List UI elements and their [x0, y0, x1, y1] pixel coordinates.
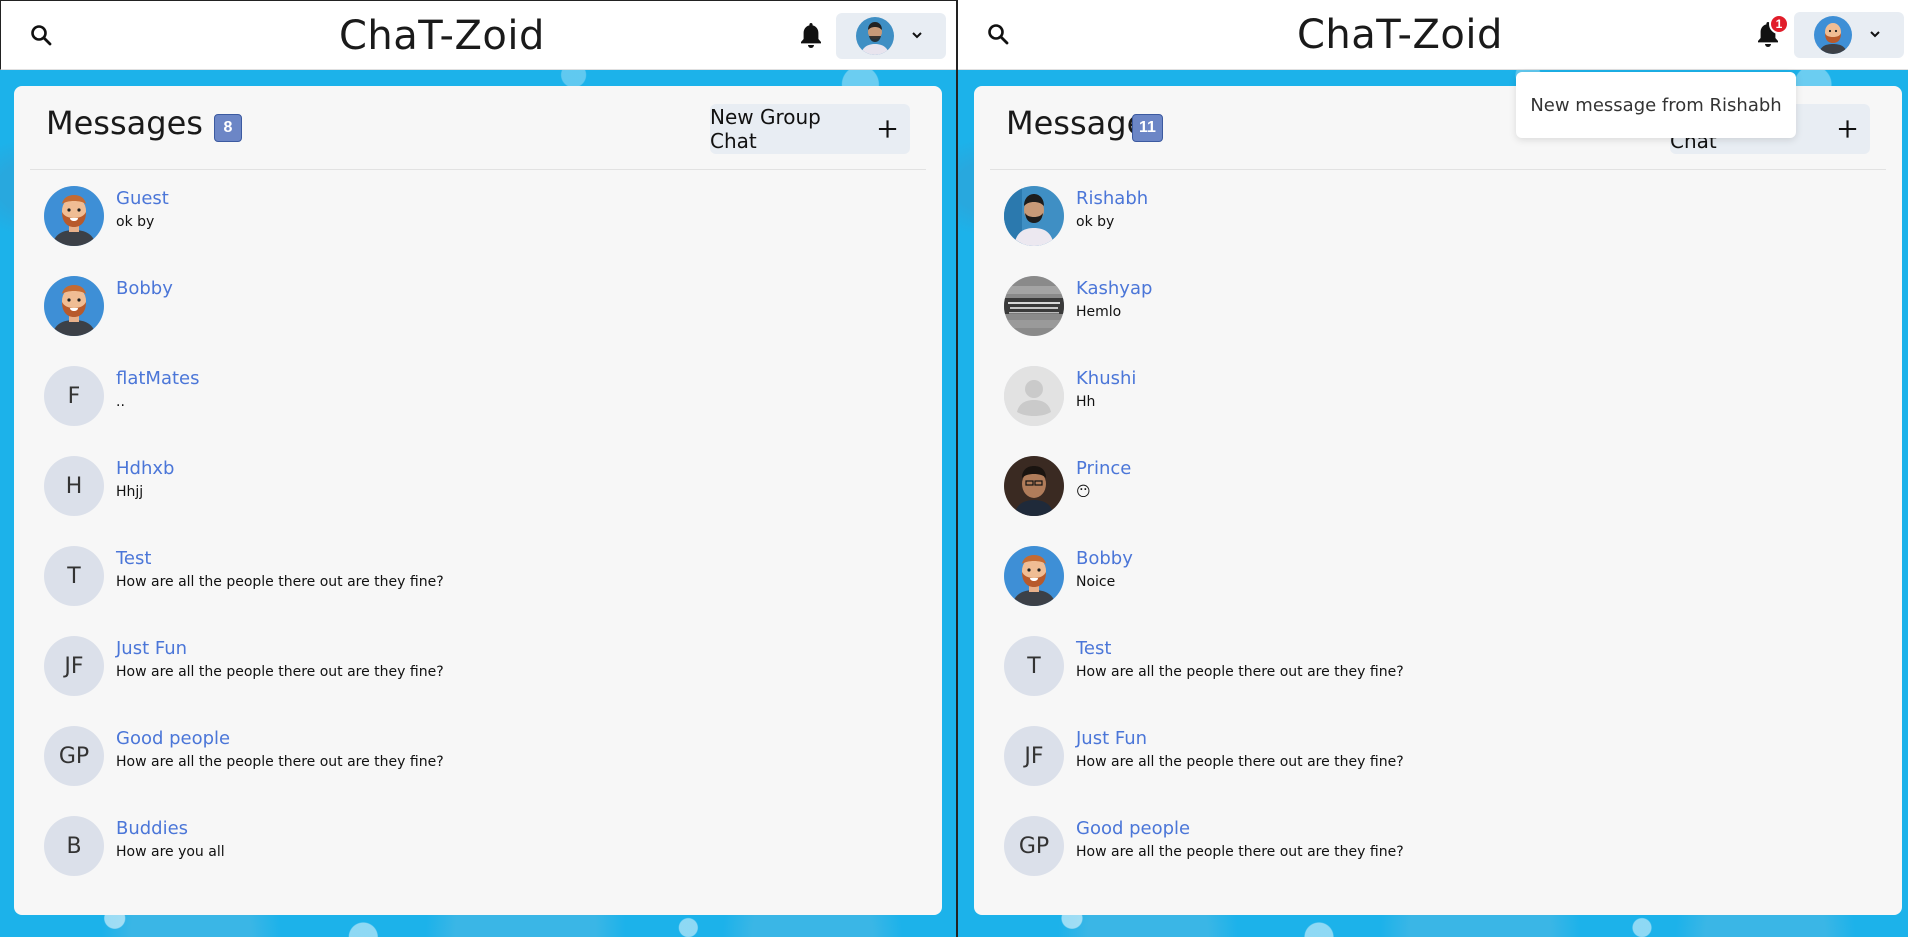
chevron-down-icon [912, 32, 922, 39]
chat-item[interactable]: Bobby Noice [1004, 546, 1882, 636]
chat-item[interactable]: GP Good people How are all the people th… [44, 726, 922, 816]
chat-name: Just Fun [1076, 728, 1148, 749]
chat-preview: .. [116, 394, 125, 410]
chat-name: flatMates [116, 368, 200, 389]
chat-preview: Noice [1076, 574, 1116, 590]
chat-item[interactable]: Guest ok by [44, 186, 922, 276]
chat-item[interactable]: F flatMates .. [44, 366, 922, 456]
photo-avatar-icon [1004, 456, 1064, 516]
chat-preview: How are all the people there out are the… [116, 754, 444, 770]
chat-item[interactable]: Bobby [44, 276, 922, 366]
chat-name: Bobby [1076, 548, 1133, 569]
chat-preview: ok by [1076, 214, 1115, 230]
photo-avatar-icon [1004, 186, 1064, 246]
notification-badge: 1 [1769, 14, 1789, 34]
initials-avatar: T [1004, 636, 1064, 696]
chat-preview: ok by [116, 214, 155, 230]
chat-preview: How are all the people there out are the… [1076, 844, 1404, 860]
new-group-chat-label: New Group Chat [710, 105, 821, 153]
chat-item[interactable]: H Hdhxb Hhjj [44, 456, 922, 546]
right-window: ChaT-Zoid 1 Messages 11 New Group Chat [958, 0, 1908, 937]
user-menu-button[interactable] [836, 13, 946, 59]
app-title: ChaT-Zoid [339, 13, 545, 59]
cartoon-avatar-icon [1004, 546, 1064, 606]
chat-name: Test [1076, 638, 1112, 659]
chat-name: Good people [116, 728, 231, 749]
chat-preview: Hh [1076, 394, 1096, 410]
initials-avatar: JF [44, 636, 104, 696]
plus-icon [1838, 120, 1857, 138]
chat-item[interactable]: Khushi Hh [1004, 366, 1882, 456]
messages-header: Messages 8 New Group Chat [30, 86, 926, 170]
messages-count-badge: 8 [214, 114, 242, 142]
chat-name: Bobby [116, 278, 173, 299]
chat-preview: Hemlo [1076, 304, 1122, 320]
top-navbar: ChaT-Zoid 1 [958, 0, 1908, 70]
chat-preview: How are all the people there out are the… [1076, 664, 1404, 680]
user-avatar [856, 17, 894, 55]
initials-avatar: B [44, 816, 104, 876]
chat-preview: How are you all [116, 844, 225, 860]
chat-preview: How are all the people there out are the… [1076, 754, 1404, 770]
chat-name: Just Fun [116, 638, 188, 659]
notification-popup[interactable]: New message from Rishabh [1516, 72, 1796, 138]
initials-avatar: JF [1004, 726, 1064, 786]
chat-list: Rishabh ok by Kashyap Hemlo Khushi Hh Pr… [1004, 186, 1882, 906]
chat-item[interactable]: T Test How are all the people there out … [1004, 636, 1882, 726]
initials-avatar: GP [44, 726, 104, 786]
chat-item[interactable]: JF Just Fun How are all the people there… [44, 636, 922, 726]
chat-name: Khushi [1076, 368, 1137, 389]
chat-preview: Hhjj [116, 484, 144, 500]
chat-item[interactable]: T Test How are all the people there out … [44, 546, 922, 636]
plus-icon [878, 120, 897, 138]
bell-icon[interactable] [798, 21, 824, 49]
initials-avatar: T [44, 546, 104, 606]
chat-list: Guest ok by Bobby F flatMates .. H Hdhxb… [44, 186, 922, 906]
initials-avatar: GP [1004, 816, 1064, 876]
chat-name: Prince [1076, 458, 1132, 479]
chat-item[interactable]: GP Good people How are all the people th… [1004, 816, 1882, 906]
chat-name: Buddies [116, 818, 189, 839]
chat-name: Test [116, 548, 152, 569]
search-icon[interactable] [986, 22, 1012, 48]
chat-name: Good people [1076, 818, 1191, 839]
left-window: ChaT-Zoid Messages 8 New Group Chat Gues… [0, 0, 958, 937]
chat-item[interactable]: Rishabh ok by [1004, 186, 1882, 276]
chat-item[interactable]: B Buddies How are you all [44, 816, 922, 906]
chat-name: Rishabh [1076, 188, 1149, 209]
chat-item[interactable]: Kashyap Hemlo [1004, 276, 1882, 366]
notification-text: New message from Rishabh [1530, 94, 1782, 116]
chat-name: Hdhxb [116, 458, 175, 479]
initials-avatar: F [44, 366, 104, 426]
initials-avatar: H [44, 456, 104, 516]
top-navbar: ChaT-Zoid [0, 0, 956, 70]
search-icon[interactable] [29, 23, 55, 49]
messages-card: Messages 8 New Group Chat Guest ok by Bo… [14, 86, 942, 915]
new-group-chat-button[interactable]: New Group Chat [710, 104, 910, 154]
chat-preview: How are all the people there out are the… [116, 664, 444, 680]
chat-name: Kashyap [1076, 278, 1153, 299]
messages-title: Messages [46, 104, 203, 142]
chat-preview: 😶 [1076, 484, 1091, 500]
bell-icon[interactable]: 1 [1755, 14, 1789, 48]
app-title: ChaT-Zoid [1297, 12, 1503, 58]
user-avatar [1814, 16, 1852, 54]
cartoon-avatar-icon [44, 186, 104, 246]
chat-name: Guest [116, 188, 169, 209]
messages-count-badge: 11 [1132, 114, 1163, 142]
chat-item[interactable]: Prince 😶 [1004, 456, 1882, 546]
user-menu-button[interactable] [1794, 12, 1904, 58]
messages-card: Messages 11 New Group Chat Rishabh ok by [974, 86, 1902, 915]
chat-preview: How are all the people there out are the… [116, 574, 444, 590]
cartoon-avatar-icon [44, 276, 104, 336]
photo-avatar-icon [1004, 276, 1064, 336]
default-user-icon [1004, 366, 1064, 426]
chat-item[interactable]: JF Just Fun How are all the people there… [1004, 726, 1882, 816]
chevron-down-icon [1870, 31, 1880, 38]
